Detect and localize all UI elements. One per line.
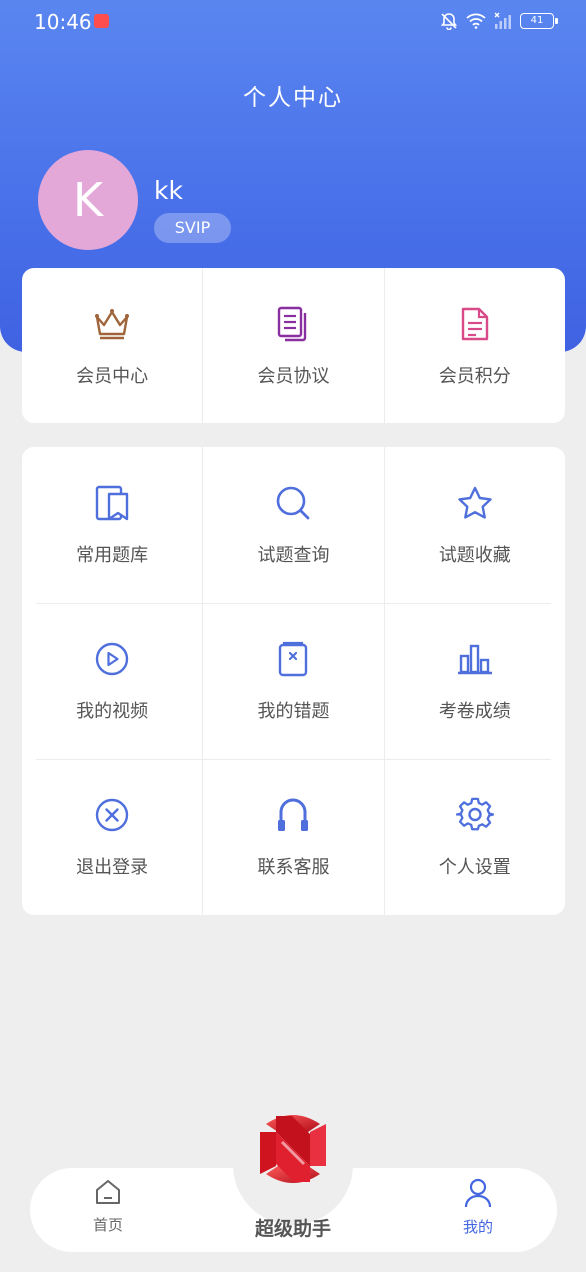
status-time: 10:46 xyxy=(34,10,92,34)
member-agreement-label: 会员协议 xyxy=(257,365,330,387)
crown-icon xyxy=(92,304,132,344)
grid-row: 常用题库 试题查询 试题收藏 xyxy=(22,447,565,603)
feature-grid-card: 常用题库 试题查询 试题收藏 我的视频 我的错题 考卷成绩 退出登录 联系客服 … xyxy=(22,447,565,915)
personal-settings-label: 个人设置 xyxy=(438,857,511,878)
common-question-bank-label: 常用题库 xyxy=(76,545,149,566)
bar-chart-icon xyxy=(455,639,495,679)
logout-button[interactable]: 退出登录 xyxy=(22,759,204,915)
my-wrong-questions-button[interactable]: 我的错题 xyxy=(203,603,385,759)
headset-icon xyxy=(273,795,313,835)
document-icon xyxy=(455,304,495,344)
question-favorites-button[interactable]: 试题收藏 xyxy=(385,447,565,603)
super-assistant-logo-icon[interactable] xyxy=(246,1102,340,1196)
exam-scores-button[interactable]: 考卷成绩 xyxy=(385,603,565,759)
user-icon xyxy=(464,1178,492,1208)
search-icon xyxy=(273,483,313,523)
page-title: 个人中心 xyxy=(243,85,343,111)
gear-icon xyxy=(455,795,495,835)
member-points-label: 会员积分 xyxy=(438,365,511,387)
wifi-icon xyxy=(466,13,486,29)
question-favorites-label: 试题收藏 xyxy=(438,545,511,566)
bookmark-book-icon xyxy=(92,483,132,523)
member-agreement-button[interactable]: 会员协议 xyxy=(203,268,385,423)
star-icon xyxy=(455,483,495,523)
tab-center-label[interactable]: 超级助手 xyxy=(0,1214,586,1241)
play-circle-icon xyxy=(92,639,132,679)
member-center-label: 会员中心 xyxy=(76,365,149,387)
contact-support-button[interactable]: 联系客服 xyxy=(203,759,385,915)
my-videos-label: 我的视频 xyxy=(76,701,149,722)
membership-card: 会员中心 会员协议 会员积分 xyxy=(22,268,565,423)
home-icon xyxy=(96,1180,120,1204)
mute-bell-icon xyxy=(440,13,458,30)
notification-app-icon xyxy=(94,14,109,28)
contact-support-label: 联系客服 xyxy=(257,857,330,878)
avatar[interactable]: K xyxy=(38,150,138,250)
common-question-bank-button[interactable]: 常用题库 xyxy=(22,447,204,603)
exam-scores-label: 考卷成绩 xyxy=(438,701,511,722)
question-search-button[interactable]: 试题查询 xyxy=(203,447,385,603)
username: kk xyxy=(154,176,183,205)
question-search-label: 试题查询 xyxy=(257,545,330,566)
member-points-button[interactable]: 会员积分 xyxy=(385,268,565,423)
grid-row: 退出登录 联系客服 个人设置 xyxy=(22,759,565,915)
status-bar: 10:46 41 xyxy=(0,0,586,44)
my-videos-button[interactable]: 我的视频 xyxy=(22,603,204,759)
close-circle-icon xyxy=(92,795,132,835)
member-center-button[interactable]: 会员中心 xyxy=(22,268,204,423)
documents-icon xyxy=(273,304,313,344)
personal-settings-button[interactable]: 个人设置 xyxy=(385,759,565,915)
logout-label: 退出登录 xyxy=(76,857,149,878)
my-wrong-questions-label: 我的错题 xyxy=(257,701,330,722)
status-icons: 41 xyxy=(440,12,558,30)
vip-badge: SVIP xyxy=(154,213,231,243)
wrong-book-icon xyxy=(273,639,313,679)
grid-row: 我的视频 我的错题 考卷成绩 xyxy=(22,603,565,759)
signal-icon xyxy=(494,12,511,29)
battery-icon: 41 xyxy=(520,13,558,29)
